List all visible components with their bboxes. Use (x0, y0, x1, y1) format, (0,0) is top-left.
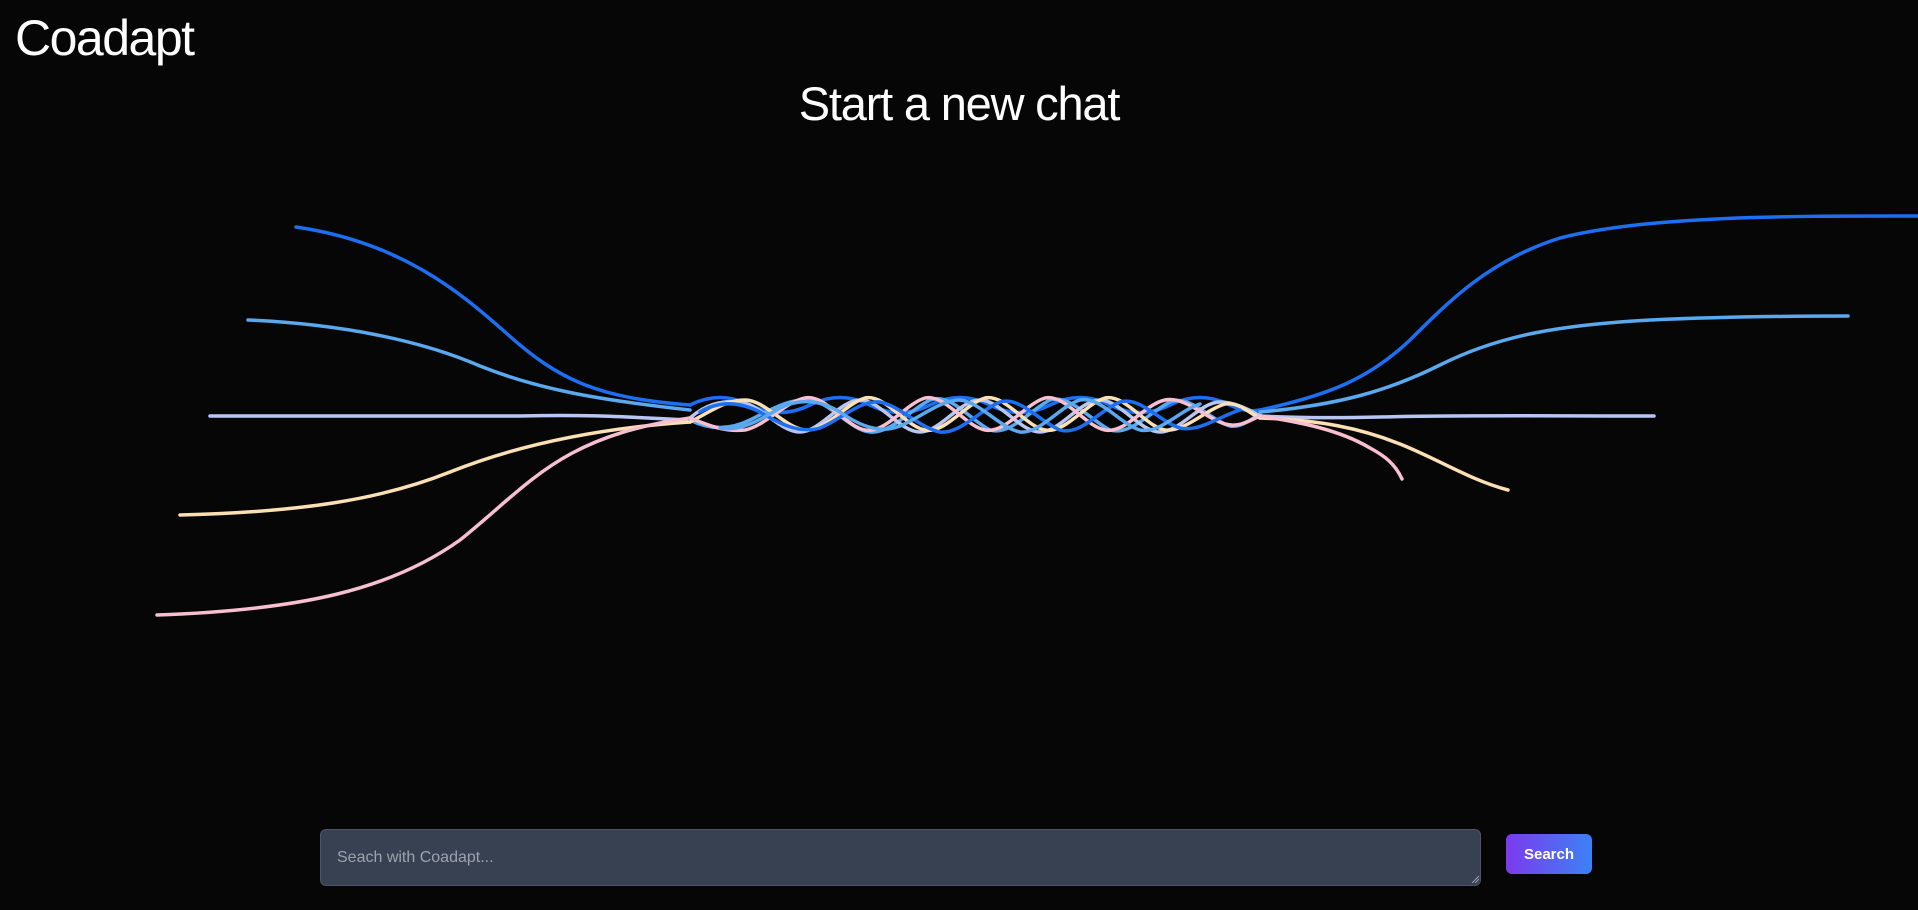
braid-strand-3 (688, 398, 1262, 434)
strand-cream-right (1258, 416, 1510, 492)
braid-strand-1 (688, 395, 1262, 415)
search-input[interactable] (320, 829, 1481, 886)
strand-blue-light-left (246, 318, 692, 412)
search-button[interactable]: Search (1506, 834, 1592, 874)
resize-handle-icon[interactable] (1471, 875, 1479, 883)
strand-pink-left (155, 416, 692, 617)
braid-strand-5 (688, 396, 1262, 433)
page: Coadapt Start a new chat Search (0, 0, 1918, 910)
app-logo[interactable]: Coadapt (15, 8, 195, 68)
braid-strand-6 (698, 399, 1242, 434)
strand-blue-light-right (1258, 314, 1850, 414)
strand-lavender-left (208, 413, 692, 422)
strand-blue-dark-left (294, 225, 692, 407)
woven-strands-illustration (155, 214, 1918, 617)
braid-strand-7 (718, 398, 1202, 434)
strand-lavender-right (1258, 414, 1656, 420)
strand-pink-right (1258, 414, 1404, 481)
braid-strand-4 (688, 396, 1262, 432)
braid-strand-2 (688, 396, 1262, 434)
strand-cream-left (178, 420, 692, 517)
page-title: Start a new chat (798, 77, 1121, 130)
strand-blue-dark-right (1258, 214, 1918, 412)
